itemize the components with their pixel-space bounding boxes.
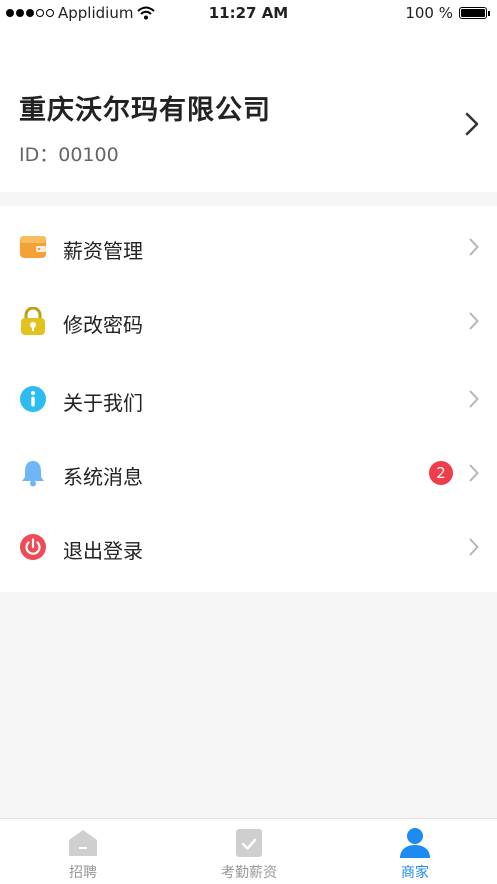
menu-item-change-password[interactable]: 修改密码 [0,284,497,358]
chevron-right-icon [469,538,479,556]
menu-item-label: 修改密码 [63,313,143,337]
chevron-right-icon [465,112,479,136]
tab-recruitment[interactable]: 招聘 [0,819,166,884]
menu-item-label: 薪资管理 [63,239,143,263]
chevron-right-icon [469,238,479,256]
menu-item-system-messages[interactable]: 系统消息 2 [0,436,497,510]
info-icon [20,386,46,412]
unread-count-badge: 2 [429,461,453,485]
tab-label: 招聘 [69,865,97,881]
home-icon [69,830,97,856]
bottom-tab-bar: 招聘 考勤薪资 商家 [0,818,497,884]
checklist-icon [236,829,262,857]
status-bar: Applidium 11:27 AM 100 % [0,0,497,26]
menu-item-logout[interactable]: 退出登录 [0,510,497,584]
battery-icon [459,7,490,19]
tab-merchant[interactable]: 商家 [332,819,497,884]
chevron-right-icon [469,390,479,408]
menu-item-about-us[interactable]: 关于我们 [0,362,497,436]
settings-menu: 薪资管理 修改密码 关于我们 系统消息 2 退出登录 [0,206,497,592]
wallet-icon [20,236,46,258]
menu-item-label: 系统消息 [63,465,143,489]
tab-label: 考勤薪资 [221,865,277,881]
company-id: ID：00100 [19,144,119,166]
menu-item-salary[interactable]: 薪资管理 [0,210,497,284]
power-icon [20,534,46,560]
tab-attendance-salary[interactable]: 考勤薪资 [166,819,332,884]
bell-icon [22,461,44,487]
menu-item-label: 关于我们 [63,391,143,415]
battery-percent: 100 % [405,4,453,22]
profile-header[interactable]: 重庆沃尔玛有限公司 ID：00100 [0,26,497,192]
lock-icon [21,307,45,335]
user-icon [400,828,430,858]
battery-info: 100 % [405,4,490,22]
chevron-right-icon [469,312,479,330]
company-name: 重庆沃尔玛有限公司 [19,95,271,126]
menu-item-label: 退出登录 [63,539,143,563]
tab-label: 商家 [401,865,429,881]
chevron-right-icon [469,464,479,482]
